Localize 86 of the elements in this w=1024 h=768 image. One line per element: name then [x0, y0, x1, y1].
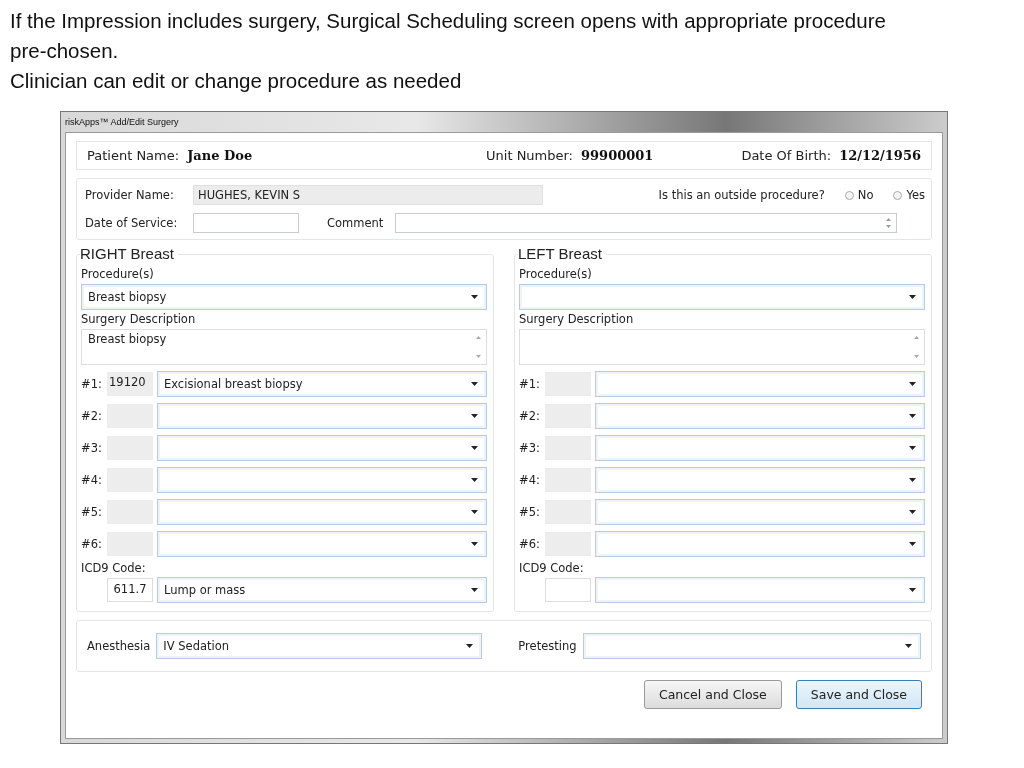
pretesting-dropdown[interactable] [582, 633, 921, 659]
field-label: Patient Name: [87, 148, 180, 163]
caret-icon [471, 446, 478, 450]
code-dropdown[interactable] [595, 403, 925, 429]
caret-icon [909, 510, 916, 514]
description-field[interactable]: Breast biopsy [81, 329, 487, 365]
row-label: #6: [81, 537, 103, 551]
code-dropdown[interactable]: Excisional breast biopsy [157, 371, 487, 397]
row-label: #2: [81, 409, 103, 423]
caret-icon [471, 510, 478, 514]
row-label: #6: [519, 537, 541, 551]
row-label: #4: [81, 473, 103, 487]
code-dropdown[interactable] [157, 531, 487, 557]
caret-icon [471, 478, 478, 482]
save-button[interactable]: Save and Close [795, 680, 922, 709]
caret-icon [905, 644, 912, 648]
field-label: Anesthesia [87, 639, 151, 653]
caret-icon [909, 588, 916, 592]
code-field: 19120 [107, 372, 153, 396]
caption-text: Clinician can edit or change procedure as needed [10, 68, 463, 94]
unit-number: 99900001 [581, 148, 654, 163]
caret-icon [909, 446, 916, 450]
field-label: Procedure(s) [519, 267, 593, 281]
row-label: #1: [519, 377, 541, 391]
row-label: #4: [519, 473, 541, 487]
field-label: Comment [327, 216, 385, 230]
radio-option[interactable]: Yes [893, 188, 925, 202]
group-title: LEFT Breast [518, 246, 606, 262]
description-field[interactable] [519, 329, 925, 365]
row-label: #3: [519, 441, 541, 455]
icd9-code-field[interactable] [545, 578, 591, 602]
code-dropdown[interactable] [595, 371, 925, 397]
code-dropdown[interactable] [595, 499, 925, 525]
row-label: #5: [519, 505, 541, 519]
group-title: RIGHT Breast [80, 246, 178, 262]
comment-field[interactable] [395, 213, 897, 233]
icd9-dropdown[interactable]: Lump or mass [157, 577, 487, 603]
field-label: Procedure(s) [81, 267, 155, 281]
question-label: Is this an outside procedure? [658, 188, 825, 202]
code-dropdown[interactable] [595, 531, 925, 557]
procedure-dropdown[interactable]: Breast biopsy [81, 284, 487, 310]
caret-icon [471, 588, 478, 592]
caret-icon [909, 414, 916, 418]
scroll-arrows-icon [913, 334, 920, 360]
icd9-dropdown[interactable] [595, 577, 925, 603]
code-dropdown[interactable] [595, 435, 925, 461]
row-label: #3: [81, 441, 103, 455]
caret-icon [471, 382, 478, 386]
caret-icon [909, 542, 916, 546]
field-label: Surgery Description [519, 312, 635, 326]
caret-icon [471, 414, 478, 418]
field-label: Unit Number: [486, 148, 573, 163]
code-dropdown[interactable] [157, 403, 487, 429]
row-label: #1: [81, 377, 103, 391]
patient-name: Jane Doe [187, 148, 253, 163]
row-label: #2: [519, 409, 541, 423]
caret-icon [471, 542, 478, 546]
code-dropdown[interactable] [595, 467, 925, 493]
code-dropdown[interactable] [157, 435, 487, 461]
field-label: Pretesting [518, 639, 577, 653]
procedure-dropdown[interactable] [519, 284, 925, 310]
scroll-arrows-icon [475, 334, 482, 360]
field-label: Provider Name: [85, 188, 175, 202]
radio-option[interactable]: No [844, 188, 874, 202]
caret-icon [909, 478, 916, 482]
caret-icon [471, 295, 478, 299]
field-label: ICD9 Code: [519, 561, 585, 575]
cancel-button[interactable]: Cancel and Close [643, 680, 782, 709]
caption-text: If the Impression includes surgery, Surgical Scheduling screen opens with appropriate procedure pre-chosen. [10, 8, 887, 64]
caret-icon [466, 644, 474, 648]
field-label: Date of Service: [85, 216, 179, 230]
provider-field: HUGHES, KEVIN S [193, 185, 543, 205]
field-label: Surgery Description [81, 312, 197, 326]
icd9-code-field[interactable]: 611.7 [107, 578, 153, 602]
date-of-birth: 12/12/1956 [839, 148, 921, 163]
caret-icon [909, 295, 916, 299]
caret-icon [909, 382, 916, 386]
date-field[interactable] [193, 213, 299, 233]
code-dropdown[interactable] [157, 499, 487, 525]
code-dropdown[interactable] [157, 467, 487, 493]
window-title: riskApps™ Add/Edit Surgery [65, 117, 179, 127]
field-label: Date Of Birth: [741, 148, 832, 163]
field-label: ICD9 Code: [81, 561, 147, 575]
row-label: #5: [81, 505, 103, 519]
scroll-arrows-icon [885, 216, 892, 230]
anesthesia-dropdown[interactable]: IV Sedation [156, 633, 483, 659]
